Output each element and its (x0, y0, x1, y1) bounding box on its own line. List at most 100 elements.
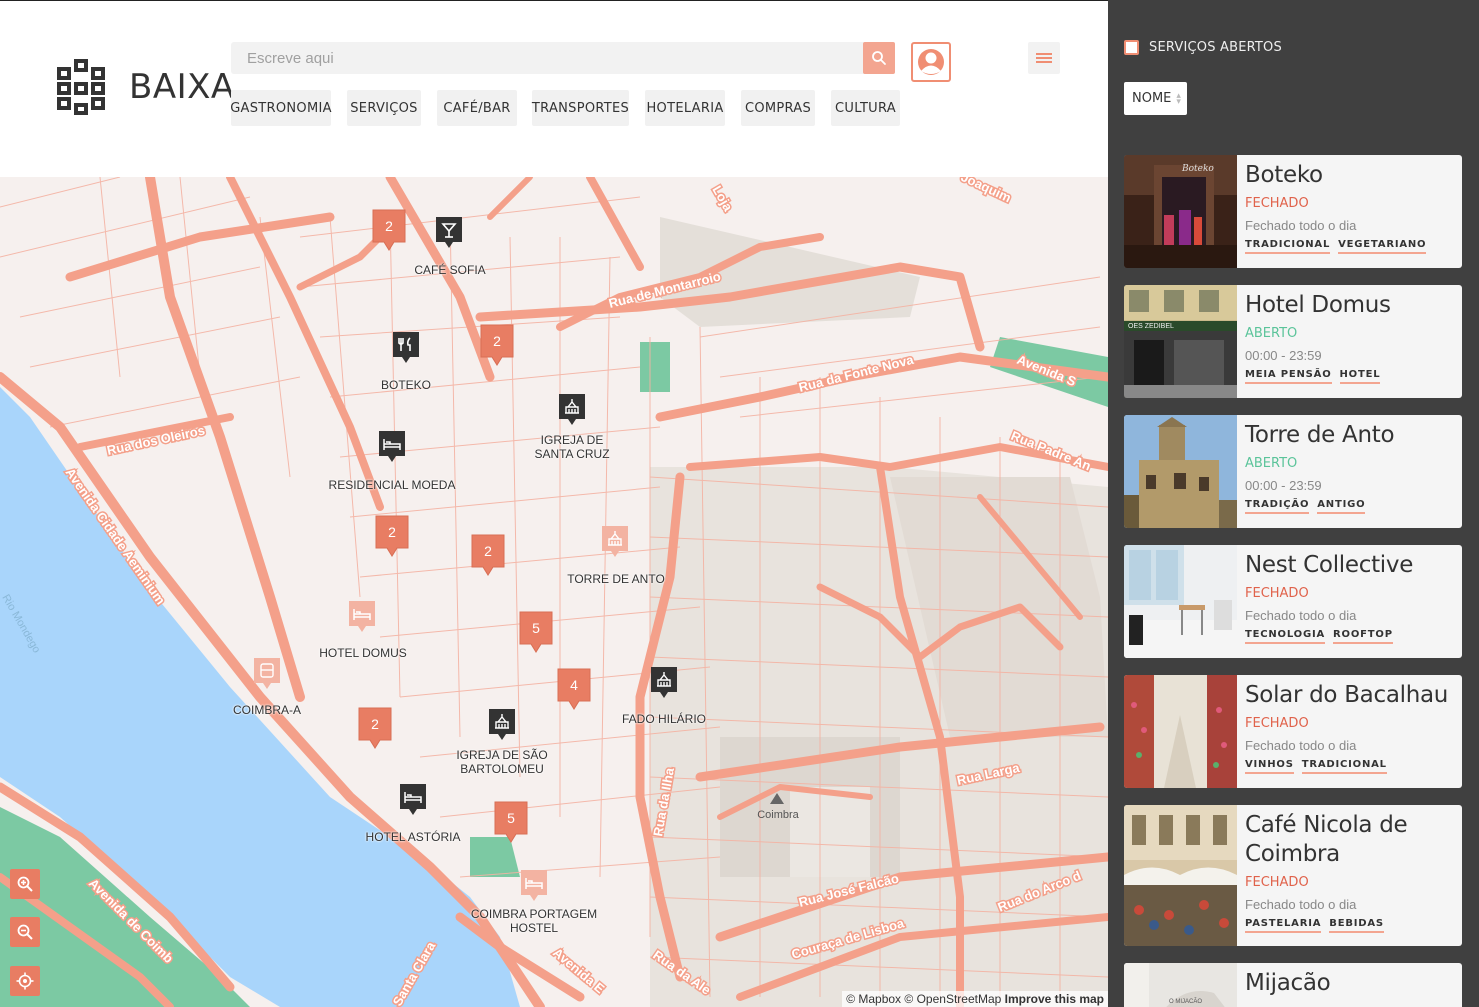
place-label-coimbra-portagem[interactable]: COIMBRA PORTAGEM HOSTEL (464, 907, 604, 935)
place-tag[interactable]: ANTIGO (1317, 499, 1366, 514)
place-tag[interactable]: HOTEL (1339, 369, 1381, 384)
cluster-marker[interactable]: 2 (479, 323, 515, 367)
place-tags: VINHOS TRADICIONAL (1245, 759, 1454, 774)
place-photo: OES ZEDIBEL (1124, 285, 1237, 398)
hotel-marker-faded[interactable] (348, 600, 376, 634)
cluster-marker[interactable]: 5 (518, 610, 554, 654)
place-hours: 00:00 - 23:59 (1245, 478, 1322, 493)
place-card[interactable]: Café Nicola de Coimbra FECHADO Fechado t… (1124, 805, 1462, 946)
place-label-fado-hilario[interactable]: FADO HILÁRIO (604, 712, 724, 726)
place-card-body: Mijacão (1245, 969, 1454, 998)
map-canvas[interactable]: Rua de Montarroio Rua da Fonte Nova Rua … (0, 177, 1108, 1007)
place-photo: Boteko (1124, 155, 1237, 268)
locate-me-button[interactable] (10, 966, 40, 996)
cluster-marker[interactable]: 4 (556, 667, 592, 711)
restaurant-marker[interactable] (392, 331, 420, 365)
place-tags: TECNOLOGIA ROOFTOP (1245, 629, 1454, 644)
place-tag[interactable]: PASTELARIA (1245, 918, 1322, 933)
place-label-torre-de-anto[interactable]: TORRE DE ANTO (556, 572, 676, 586)
place-label-coimbra-a[interactable]: COIMBRA-A (217, 703, 317, 717)
place-card[interactable]: Torre de Anto ABERTO 00:00 - 23:59 TRADI… (1124, 415, 1462, 528)
place-label-hotel-domus[interactable]: HOTEL DOMUS (303, 646, 423, 660)
cluster-marker[interactable]: 2 (374, 514, 410, 558)
category-hotelaria[interactable]: HOTELARIA (645, 90, 725, 126)
map[interactable]: Rua de Montarroio Rua da Fonte Nova Rua … (0, 177, 1108, 1007)
svg-text:O MIJACÃO: O MIJACÃO (1169, 998, 1202, 1005)
cafe-marker[interactable] (435, 216, 463, 250)
cluster-count: 4 (570, 677, 578, 693)
hotel-marker-faded[interactable] (520, 869, 548, 903)
open-services-filter[interactable]: SERVIÇOS ABERTOS (1124, 40, 1282, 55)
place-tag[interactable]: BEBIDAS (1329, 918, 1384, 933)
place-label-boteko[interactable]: BOTEKO (356, 378, 456, 392)
place-tag[interactable]: TECNOLOGIA (1245, 629, 1326, 644)
place-tag[interactable]: VEGETARIANO (1338, 239, 1427, 254)
category-cultura[interactable]: CULTURA (831, 90, 900, 126)
place-tags: PASTELARIA BEBIDAS (1245, 918, 1454, 933)
category-transportes[interactable]: TRANSPORTES (532, 90, 629, 126)
open-services-checkbox[interactable] (1124, 40, 1139, 55)
place-card[interactable]: O MIJACÃO Mijacão (1124, 963, 1462, 1007)
hotel-marker[interactable] (378, 430, 406, 464)
place-label-cafe-sofia[interactable]: CAFÉ SOFIA (400, 263, 500, 277)
place-label-igreja-sao-bartolomeu[interactable]: IGREJA DE SÃO BARTOLOMEU (442, 748, 562, 776)
place-tag[interactable]: VINHOS (1245, 759, 1294, 774)
category-servicos[interactable]: SERVIÇOS (347, 90, 421, 126)
place-tag[interactable]: TRADIÇÃO (1245, 499, 1310, 514)
monument-marker[interactable] (558, 393, 586, 427)
place-title: Solar do Bacalhau (1245, 682, 1449, 708)
mapbox-link[interactable]: © Mapbox (846, 992, 901, 1006)
sort-select[interactable]: NOME ▴ ▾ (1124, 82, 1187, 115)
app: BAIXA G (0, 0, 1479, 1007)
place-card-body: Café Nicola de Coimbra FECHADO Fechado t… (1245, 811, 1454, 933)
place-hours: Fechado todo o dia (1245, 218, 1357, 233)
place-card-body: Nest Collective FECHADO Fechado todo o d… (1245, 551, 1454, 644)
hamburger-icon (1036, 53, 1052, 63)
zoom-in-button[interactable] (10, 869, 40, 899)
search-button[interactable] (863, 42, 895, 74)
monument-marker[interactable] (650, 666, 678, 700)
place-hours: Fechado todo o dia (1245, 738, 1357, 753)
category-tabs: GASTRONOMIA SERVIÇOS CAFÉ/BAR TRANSPORTE… (230, 90, 900, 126)
place-label-text: COIMBRA PORTAGEM HOSTEL (470, 907, 598, 935)
place-title: Boteko (1245, 162, 1323, 188)
osm-link[interactable]: © OpenStreetMap (904, 992, 1001, 1006)
logo[interactable]: BAIXA (55, 58, 235, 116)
place-card[interactable]: Nest Collective FECHADO Fechado todo o d… (1124, 545, 1462, 658)
place-card[interactable]: Solar do Bacalhau FECHADO Fechado todo o… (1124, 675, 1462, 788)
transport-marker-faded[interactable] (253, 657, 281, 691)
cluster-marker[interactable]: 2 (470, 533, 506, 577)
cluster-marker[interactable]: 2 (357, 706, 393, 750)
sort-value: NOME (1132, 91, 1172, 106)
menu-button[interactable] (1028, 42, 1060, 74)
place-label-igreja-santa-cruz[interactable]: IGREJA DE SANTA CRUZ (512, 433, 632, 461)
place-card[interactable]: OES ZEDIBEL Hotel Domus ABERTO 00:00 - 2… (1124, 285, 1462, 398)
category-cafe-bar[interactable]: CAFÉ/BAR (437, 90, 517, 126)
place-tags: TRADIÇÃO ANTIGO (1245, 499, 1454, 514)
logo-icon (57, 59, 105, 115)
user-account-button[interactable] (911, 42, 951, 82)
category-gastronomia[interactable]: GASTRONOMIA (230, 90, 332, 126)
category-compras[interactable]: COMPRAS (741, 90, 815, 126)
place-tag[interactable]: ROOFTOP (1333, 629, 1393, 644)
cluster-marker[interactable]: 2 (371, 208, 407, 252)
place-tag[interactable]: TRADICIONAL (1301, 759, 1387, 774)
place-card[interactable]: Boteko Boteko FECHADO Fechado todo o dia… (1124, 155, 1462, 268)
place-label-residencial-moeda[interactable]: RESIDENCIAL MOEDA (322, 478, 462, 492)
cluster-count: 5 (507, 810, 515, 826)
cluster-marker[interactable]: 5 (493, 800, 529, 844)
improve-map-link[interactable]: Improve this map (1005, 992, 1104, 1006)
peak-label: Coimbra (757, 809, 799, 821)
hotel-marker[interactable] (399, 783, 427, 817)
search-input[interactable] (231, 42, 861, 74)
place-tag[interactable]: TRADICIONAL (1245, 239, 1331, 254)
place-tag[interactable]: MEIA PENSÃO (1245, 369, 1332, 384)
brand-name: BAIXA (129, 67, 235, 107)
open-services-label: SERVIÇOS ABERTOS (1149, 40, 1282, 55)
zoom-out-button[interactable] (10, 917, 40, 947)
search-bar (231, 42, 895, 74)
monument-marker-faded[interactable] (601, 525, 629, 559)
place-label-hotel-astoria[interactable]: HOTEL ASTÓRIA (353, 830, 473, 844)
place-status: FECHADO (1245, 586, 1309, 601)
monument-marker[interactable] (488, 708, 516, 742)
